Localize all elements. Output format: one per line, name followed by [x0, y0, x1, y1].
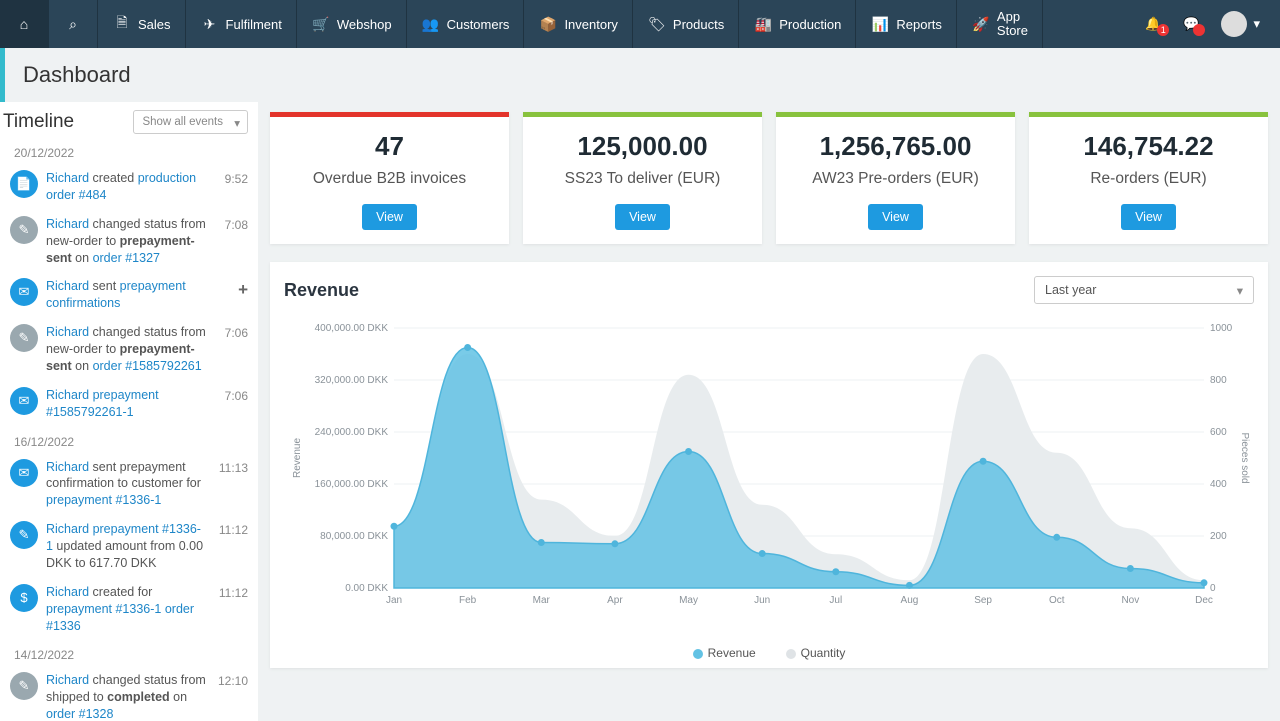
- kpi-value: 47: [375, 131, 404, 162]
- timeline-date: 16/12/2022: [0, 427, 258, 453]
- kpi-value: 125,000.00: [577, 131, 707, 162]
- money-icon: $: [10, 584, 38, 612]
- svg-text:Feb: Feb: [459, 595, 477, 606]
- svg-text:Revenue: Revenue: [292, 438, 303, 478]
- nav-sales[interactable]: 🗎Sales: [98, 0, 186, 48]
- main-content: 47 Overdue B2B invoices View 125,000.00 SS23…: [258, 102, 1280, 721]
- timeline-item[interactable]: ✎Richard prepayment #1336-1 updated amou…: [0, 515, 258, 578]
- search-icon: ⌕: [63, 16, 83, 33]
- timeline-date: 14/12/2022: [0, 640, 258, 666]
- timeline-sidebar: Timeline Show all events 20/12/2022📄Rich…: [0, 102, 258, 721]
- kpi-label: Re-orders (EUR): [1090, 170, 1206, 188]
- svg-text:80,000.00 DKK: 80,000.00 DKK: [320, 531, 388, 542]
- kpi-card: 47 Overdue B2B invoices View: [270, 112, 509, 244]
- svg-text:240,000.00 DKK: 240,000.00 DKK: [315, 427, 389, 438]
- svg-text:0.00 DKK: 0.00 DKK: [345, 583, 388, 594]
- kpi-label: SS23 To deliver (EUR): [565, 170, 721, 188]
- chart-canvas: 0.00 DKK 80,000.00 DKK 160,000.00 DKK 240,0…: [284, 318, 1254, 638]
- mail-icon: ✉: [10, 459, 38, 487]
- avatar: [1221, 11, 1247, 37]
- edit-icon: ✎: [10, 672, 38, 700]
- user-menu[interactable]: ▾: [1211, 11, 1270, 37]
- svg-text:Nov: Nov: [1121, 595, 1139, 606]
- timeline-item[interactable]: $Richard created for prepayment #1336-1 …: [0, 578, 258, 641]
- chart-range-select[interactable]: Last year: [1034, 276, 1254, 304]
- nav-app-store[interactable]: 🚀AppStore: [957, 0, 1043, 48]
- kpi-value: 146,754.22: [1083, 131, 1213, 162]
- timeline-item[interactable]: ✉Richard prepayment #1585792261-17:06: [0, 381, 258, 427]
- nav-reports[interactable]: 📊Reports: [856, 0, 957, 48]
- svg-text:Dec: Dec: [1195, 595, 1213, 606]
- nav-products[interactable]: 🏷Products: [633, 0, 739, 48]
- kpi-cards-row: 47 Overdue B2B invoices View 125,000.00 SS23…: [270, 112, 1268, 244]
- svg-text:400,000.00 DKK: 400,000.00 DKK: [315, 323, 389, 334]
- svg-text:Mar: Mar: [533, 595, 551, 606]
- view-button[interactable]: View: [362, 204, 417, 230]
- chevron-down-icon: ▾: [1253, 16, 1260, 32]
- svg-text:Aug: Aug: [901, 595, 919, 606]
- svg-text:200: 200: [1210, 531, 1227, 542]
- nav-fulfilment[interactable]: ✈Fulfilment: [186, 0, 297, 48]
- bell-icon: 🔔: [1145, 16, 1161, 31]
- nav-production[interactable]: 🏭Production: [739, 0, 856, 48]
- timeline-item[interactable]: ✎Richard changed status from shipped to …: [0, 666, 258, 721]
- kpi-value: 1,256,765.00: [820, 131, 972, 162]
- nav-webshop[interactable]: 🛒Webshop: [297, 0, 407, 48]
- chat-icon: 💬: [1183, 16, 1199, 31]
- svg-text:0: 0: [1210, 583, 1216, 594]
- mail-icon: ✉: [10, 387, 38, 415]
- timeline-item[interactable]: ✉Richard sent prepayment confirmation to…: [0, 453, 258, 516]
- home-icon: ⌂: [14, 16, 34, 32]
- kpi-label: AW23 Pre-orders (EUR): [812, 170, 979, 188]
- view-button[interactable]: View: [615, 204, 670, 230]
- top-nav: ⌂ ⌕ 🗎Sales✈Fulfilment🛒Webshop👥Customers📦…: [0, 0, 1280, 48]
- svg-text:600: 600: [1210, 427, 1227, 438]
- search-button[interactable]: ⌕: [49, 0, 98, 48]
- kpi-card: 125,000.00 SS23 To deliver (EUR) View: [523, 112, 762, 244]
- edit-icon: ✎: [10, 324, 38, 352]
- svg-text:800: 800: [1210, 375, 1227, 386]
- legend-dot-revenue: [693, 649, 703, 659]
- svg-text:May: May: [679, 595, 698, 606]
- nav-customers[interactable]: 👥Customers: [407, 0, 525, 48]
- timeline-item[interactable]: ✉Richard sent prepayment confirmations+: [0, 272, 258, 318]
- svg-text:Jan: Jan: [386, 595, 402, 606]
- chat-button[interactable]: 💬: [1175, 16, 1207, 32]
- svg-text:Jul: Jul: [829, 595, 842, 606]
- svg-text:320,000.00 DKK: 320,000.00 DKK: [315, 375, 389, 386]
- timeline-filter-select[interactable]: Show all events: [133, 110, 248, 134]
- kpi-card: 146,754.22 Re-orders (EUR) View: [1029, 112, 1268, 244]
- svg-text:Oct: Oct: [1049, 595, 1065, 606]
- svg-text:160,000.00 DKK: 160,000.00 DKK: [315, 479, 389, 490]
- view-button[interactable]: View: [868, 204, 923, 230]
- add-icon[interactable]: +: [238, 280, 248, 300]
- mail-icon: ✉: [10, 278, 38, 306]
- nav-inventory[interactable]: 📦Inventory: [524, 0, 632, 48]
- revenue-chart-panel: Revenue Last year 0.00 DKK 80,000.00 DKK 1…: [270, 262, 1268, 668]
- doc-icon: 📄: [10, 170, 38, 198]
- edit-icon: ✎: [10, 521, 38, 549]
- notifications-button[interactable]: 🔔: [1135, 16, 1171, 32]
- svg-text:1000: 1000: [1210, 323, 1233, 334]
- svg-text:Sep: Sep: [974, 595, 992, 606]
- view-button[interactable]: View: [1121, 204, 1176, 230]
- svg-text:Jun: Jun: [754, 595, 770, 606]
- timeline-item[interactable]: ✎Richard changed status from new-order t…: [0, 318, 258, 381]
- timeline-item[interactable]: ✎Richard changed status from new-order t…: [0, 210, 258, 273]
- chart-legend: Revenue Quantity: [284, 646, 1254, 660]
- svg-text:Apr: Apr: [607, 595, 623, 606]
- kpi-label: Overdue B2B invoices: [313, 170, 466, 188]
- timeline-title: Timeline: [3, 111, 74, 133]
- legend-dot-quantity: [786, 649, 796, 659]
- timeline-date: 20/12/2022: [0, 138, 258, 164]
- svg-text:400: 400: [1210, 479, 1227, 490]
- home-button[interactable]: ⌂: [0, 0, 49, 48]
- svg-text:Pieces sold: Pieces sold: [1239, 432, 1250, 483]
- page-title: Dashboard: [0, 48, 1280, 102]
- timeline-item[interactable]: 📄Richard created production order #4849:…: [0, 164, 258, 210]
- kpi-card: 1,256,765.00 AW23 Pre-orders (EUR) View: [776, 112, 1015, 244]
- edit-icon: ✎: [10, 216, 38, 244]
- chart-title: Revenue: [284, 280, 359, 301]
